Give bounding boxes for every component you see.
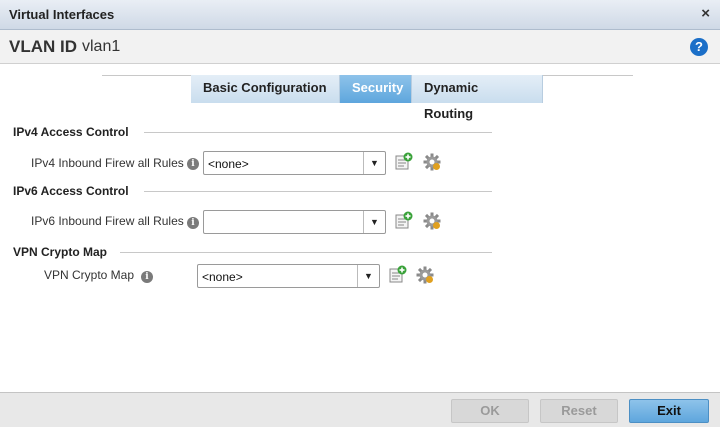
ipv6-section-heading: IPv6 Access Control	[13, 184, 129, 198]
vpn-section-rule	[120, 252, 492, 253]
add-policy-icon[interactable]	[395, 152, 413, 170]
chevron-down-icon[interactable]: ▼	[363, 211, 385, 233]
gear-icon[interactable]	[423, 153, 441, 171]
vpn-section-heading: VPN Crypto Map	[13, 245, 108, 259]
vlan-id-label: VLAN ID	[9, 37, 77, 56]
gear-icon[interactable]	[423, 212, 441, 230]
window-title: Virtual Interfaces	[9, 7, 115, 22]
ipv4-section-heading: IPv4 Access Control	[13, 125, 129, 139]
ipv4-section-rule	[144, 132, 492, 133]
exit-button[interactable]: Exit	[629, 399, 709, 423]
info-icon[interactable]: i	[187, 217, 199, 229]
close-icon[interactable]: ×	[701, 6, 710, 22]
vlan-id-bar: VLAN ID vlan1 ?	[0, 30, 720, 64]
gear-icon[interactable]	[416, 266, 434, 284]
vpn-crypto-map-value: <none>	[202, 270, 243, 284]
chevron-down-icon[interactable]: ▼	[357, 265, 379, 287]
ipv6-inbound-label: IPv6 Inbound Firew all Rules	[31, 214, 184, 228]
info-icon[interactable]: i	[187, 158, 199, 170]
ipv4-inbound-value: <none>	[208, 157, 249, 171]
add-policy-icon[interactable]	[395, 211, 413, 229]
tab-basic-configuration[interactable]: Basic Configuration	[191, 75, 340, 103]
ok-button[interactable]: OK	[451, 399, 529, 423]
ipv4-inbound-select[interactable]: <none> ▼	[203, 151, 386, 175]
reset-button[interactable]: Reset	[540, 399, 618, 423]
help-icon[interactable]: ?	[690, 38, 708, 56]
ipv6-inbound-select[interactable]: ▼	[203, 210, 386, 234]
vpn-crypto-map-label: VPN Crypto Map	[44, 268, 135, 282]
tab-bar: Basic Configuration Security Dynamic Rou…	[191, 75, 543, 121]
vpn-crypto-map-select[interactable]: <none> ▼	[197, 264, 380, 288]
add-policy-icon[interactable]	[389, 265, 407, 283]
ipv4-inbound-label: IPv4 Inbound Firew all Rules	[31, 156, 184, 170]
vlan-id-value: vlan1	[82, 38, 121, 55]
tab-security[interactable]: Security	[340, 75, 412, 103]
tab-dynamic-routing[interactable]: Dynamic Routing	[412, 75, 543, 121]
info-icon[interactable]: i	[141, 271, 153, 283]
ipv6-section-rule	[144, 191, 492, 192]
chevron-down-icon[interactable]: ▼	[363, 152, 385, 174]
window-titlebar: Virtual Interfaces ×	[0, 0, 720, 30]
dialog-footer: OK Reset Exit	[0, 392, 720, 427]
